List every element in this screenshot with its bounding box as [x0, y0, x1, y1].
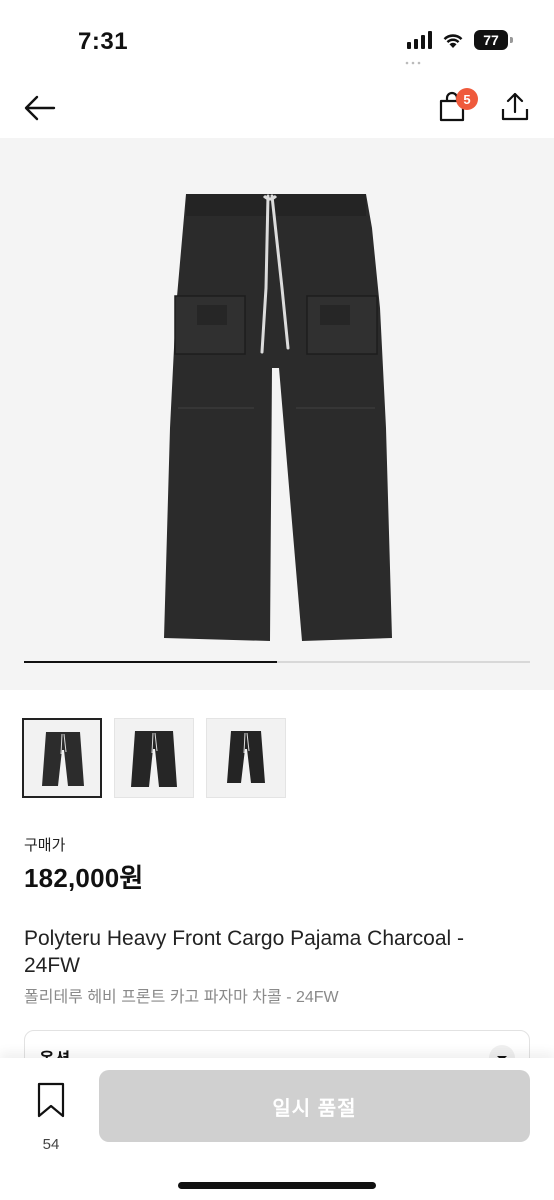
thumbnail-1[interactable] [22, 718, 102, 798]
wifi-icon [443, 34, 463, 48]
status-bar: 7:31 77 [0, 0, 554, 80]
status-icons: 77 [407, 30, 513, 50]
back-button[interactable] [22, 92, 58, 124]
product-image-carousel[interactable] [0, 138, 554, 690]
thumbnail-3[interactable] [206, 718, 286, 798]
battery-level: 77 [483, 32, 499, 48]
thumbnail-image [227, 731, 265, 783]
nav-bar: 5 [0, 80, 554, 138]
bookmark-icon [37, 1082, 65, 1118]
gallery-progress-track [24, 661, 530, 663]
product-subtitle: 폴리테루 헤비 프론트 카고 파자마 차콜 - 24FW [24, 989, 339, 1006]
thumbnail-image [131, 731, 177, 787]
gallery-progress-fill [24, 661, 277, 663]
status-dots-icon [405, 61, 421, 65]
status-time: 7:31 [78, 28, 129, 55]
product-image [164, 194, 392, 641]
product-title: Polyteru Heavy Front Cargo Pajama Charco… [24, 927, 465, 977]
bottom-action-bar: 54 일시 품절 [0, 1058, 554, 1200]
price-label: 구매가 [24, 837, 66, 854]
thumbnail-2[interactable] [114, 718, 194, 798]
share-button[interactable] [500, 90, 530, 124]
thumbnail-strip [22, 718, 286, 798]
price-value: 182,000원 [24, 863, 144, 893]
bookmark-button[interactable]: 54 [30, 1080, 72, 1153]
battery-icon: 77 [474, 30, 513, 50]
sold-out-button[interactable]: 일시 품절 [99, 1070, 530, 1142]
share-icon [501, 92, 529, 121]
back-arrow-icon [24, 95, 56, 121]
home-indicator [178, 1182, 376, 1189]
cart-badge: 5 [456, 88, 478, 110]
thumbnail-image [42, 732, 84, 786]
bookmark-count: 54 [42, 1136, 60, 1153]
signal-icon [407, 31, 432, 49]
